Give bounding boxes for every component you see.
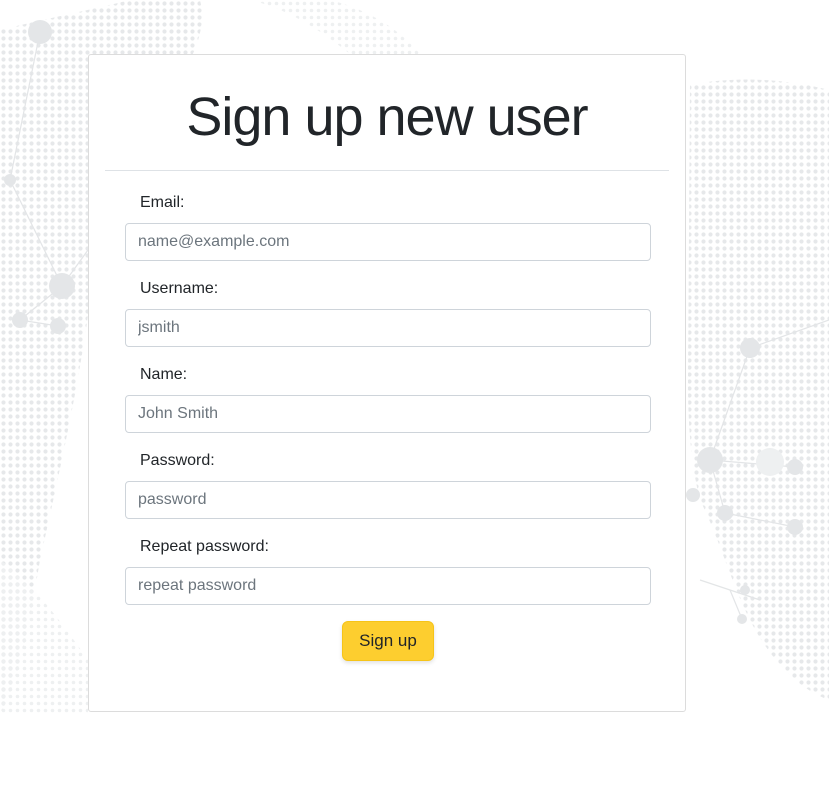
username-label: Username: <box>140 280 219 297</box>
username-field[interactable] <box>125 309 651 347</box>
email-label: Email: <box>140 194 185 211</box>
repeat-password-field[interactable] <box>125 567 651 605</box>
page-title: Sign up new user <box>186 87 588 147</box>
email-field[interactable] <box>125 223 651 261</box>
name-field[interactable] <box>125 395 651 433</box>
signup-card: Sign up new user Email: Username: Name: … <box>88 54 686 712</box>
name-label: Name: <box>140 366 188 383</box>
password-label: Password: <box>140 452 215 469</box>
repeat-password-label: Repeat password: <box>140 538 269 555</box>
title-divider <box>105 170 669 171</box>
password-field[interactable] <box>125 481 651 519</box>
sign-up-button[interactable]: Sign up <box>342 621 434 661</box>
